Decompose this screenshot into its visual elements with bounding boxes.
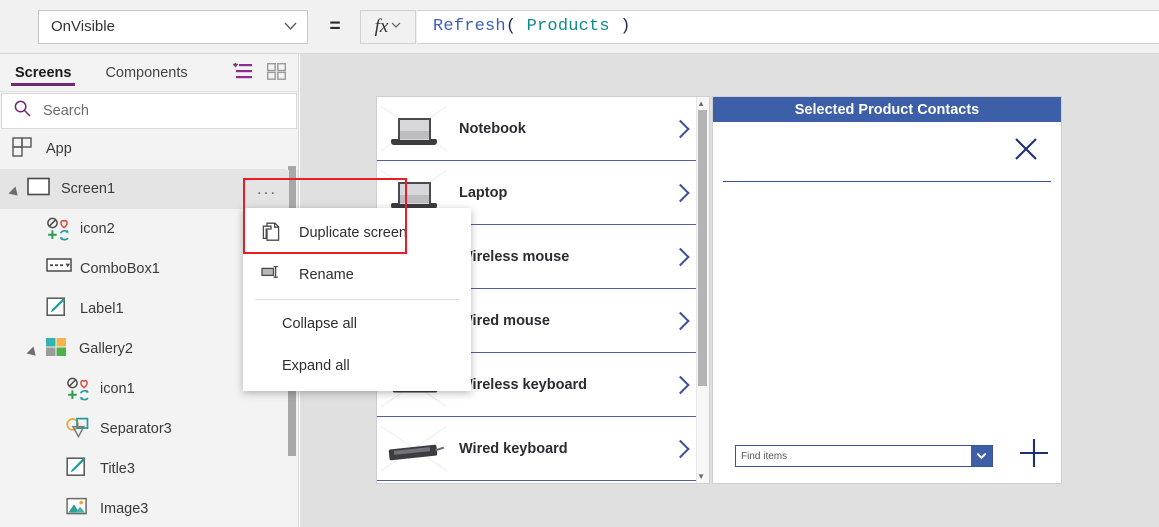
menu-item-expand-all[interactable]: Expand all — [243, 345, 471, 387]
menu-item-rename[interactable]: Rename — [243, 254, 471, 296]
formula-token: Refresh — [433, 17, 506, 36]
chevron-down-icon — [391, 21, 401, 32]
search-icon — [14, 100, 31, 122]
menu-item-label: Expand all — [282, 358, 350, 374]
chevron-right-icon[interactable] — [671, 119, 690, 138]
search-placeholder: Search — [43, 103, 89, 119]
tree-item-title3[interactable]: Title3 — [0, 449, 298, 489]
chevron-down-icon[interactable] — [971, 446, 992, 466]
caret-down-icon[interactable]: ▼ — [697, 472, 705, 481]
tree-item-separator3[interactable]: Separator3 — [0, 409, 298, 449]
combobox-icon — [46, 257, 72, 281]
fx-label: fx — [374, 15, 389, 37]
thumbnail-view-icon[interactable] — [266, 62, 287, 85]
menu-separator — [255, 299, 459, 300]
duplicate-icon — [261, 222, 287, 244]
image-icon — [66, 497, 92, 521]
tab-components[interactable]: Components — [101, 54, 191, 91]
tree-item-image3[interactable]: Image3 — [0, 489, 298, 527]
menu-item-duplicate-screen[interactable]: Duplicate screen — [243, 212, 471, 254]
formula-token — [610, 17, 620, 36]
product-title: Wireless keyboard — [459, 376, 588, 393]
tab-screens[interactable]: Screens — [11, 54, 76, 91]
menu-item-collapse-all[interactable]: Collapse all — [243, 303, 471, 345]
shapes-icon — [66, 417, 92, 441]
chevron-right-icon[interactable] — [671, 183, 690, 202]
selected-product-contacts-form: Selected Product Contacts Find items — [712, 96, 1062, 484]
product-title: Wired keyboard — [459, 440, 568, 457]
tree-item-app[interactable]: App — [0, 129, 298, 169]
product-title: Notebook — [459, 120, 526, 137]
screen-context-menu: Duplicate screen Rename Collapse all Expan… — [243, 208, 471, 391]
formula-token — [516, 17, 526, 36]
chevron-right-icon[interactable] — [671, 439, 690, 458]
screen-more-button[interactable]: ... — [245, 170, 289, 208]
rename-icon — [261, 264, 287, 286]
gallery-scrollbar-thumb[interactable] — [698, 110, 707, 386]
chevron-right-icon[interactable] — [671, 375, 690, 394]
menu-item-label: Rename — [299, 267, 354, 283]
product-image — [381, 424, 447, 474]
tree-item-label: Label1 — [80, 301, 124, 317]
tree-item-label: Gallery2 — [79, 341, 133, 357]
property-select-label: OnVisible — [51, 18, 115, 35]
chevron-right-icon[interactable] — [671, 247, 690, 266]
property-select[interactable]: OnVisible — [38, 9, 308, 44]
expand-collapse-triangle-icon[interactable] — [30, 344, 41, 355]
tree-item-label: Image3 — [100, 501, 149, 517]
equals-sign: = — [329, 15, 341, 37]
product-title: Laptop — [459, 184, 508, 201]
formula-input[interactable]: Refresh( Products ) — [417, 9, 1159, 44]
chevron-right-icon[interactable] — [671, 311, 690, 330]
search-input[interactable]: Search — [1, 93, 297, 129]
app-icon — [12, 137, 38, 161]
tree-view-icon[interactable] — [233, 63, 253, 85]
close-x-icon[interactable] — [1012, 135, 1040, 163]
gallery-icon — [45, 337, 71, 361]
icon-set-icon — [66, 377, 92, 401]
formula-text: Refresh( Products ) — [433, 17, 631, 36]
form-divider — [723, 181, 1051, 182]
expand-collapse-triangle-icon[interactable] — [12, 184, 23, 195]
plus-icon[interactable] — [1016, 435, 1052, 471]
caret-up-icon[interactable]: ▲ — [697, 99, 705, 108]
menu-item-label: Duplicate screen — [299, 225, 407, 241]
tree-item-label: Screen1 — [61, 181, 116, 197]
product-image — [381, 104, 447, 154]
product-title: Wired mouse — [459, 312, 550, 329]
tree-item-label: icon1 — [100, 381, 135, 397]
formula-bar: OnVisible = fx Refresh( Products ) — [0, 0, 1159, 54]
sidebar-tabs: Screens Components — [0, 54, 298, 92]
tree-item-label: Separator3 — [100, 421, 172, 437]
label-icon — [66, 457, 92, 481]
fx-button[interactable]: fx — [360, 9, 416, 44]
tree-item-label: Title3 — [100, 461, 135, 477]
gallery-item[interactable]: Wired keyboard — [377, 417, 709, 481]
formula-token: Products — [526, 17, 610, 36]
chevron-down-icon — [284, 21, 297, 33]
find-items-combobox[interactable]: Find items — [735, 445, 993, 467]
form-title: Selected Product Contacts — [713, 97, 1061, 122]
formula-token: ( — [505, 17, 517, 36]
label-icon — [46, 297, 72, 321]
tree-item-label: icon2 — [80, 221, 115, 237]
formula-token: ) — [620, 17, 631, 36]
icon-set-icon — [46, 217, 72, 241]
menu-item-label: Collapse all — [282, 316, 357, 332]
product-title: Wireless mouse — [459, 248, 570, 265]
tree-item-label: App — [46, 141, 72, 157]
gallery-scrollbar[interactable]: ▲ ▼ — [696, 97, 709, 483]
find-items-placeholder: Find items — [741, 450, 788, 462]
gallery-item[interactable]: Notebook — [377, 97, 709, 161]
screen-icon — [27, 177, 53, 201]
tree-item-label: ComboBox1 — [80, 261, 160, 277]
